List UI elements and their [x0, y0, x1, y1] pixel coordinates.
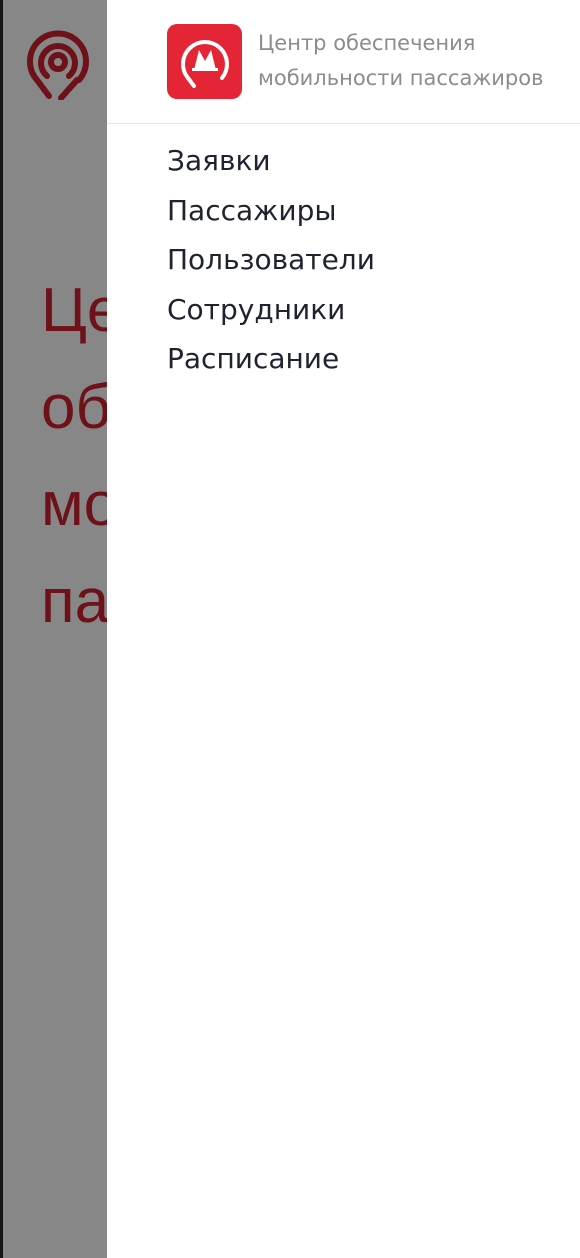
- drawer-header-title: Центр обеспечения мобильности пассажиров: [258, 26, 543, 96]
- menu-item-schedule[interactable]: Расписание: [167, 334, 375, 384]
- menu-item-users[interactable]: Пользователи: [167, 235, 375, 285]
- menu-item-requests[interactable]: Заявки: [167, 136, 375, 186]
- drawer-header-title-line: Центр обеспечения: [258, 31, 476, 55]
- menu-item-passengers[interactable]: Пассажиры: [167, 186, 375, 236]
- drawer-header: Центр обеспечения мобильности пассажиров: [107, 0, 580, 124]
- menu-item-employees[interactable]: Сотрудники: [167, 285, 375, 335]
- navigation-drawer: Центр обеспечения мобильности пассажиров…: [107, 0, 580, 1258]
- drawer-header-title-line: мобильности пассажиров: [258, 66, 544, 90]
- drawer-menu: Заявки Пассажиры Пользователи Сотрудники…: [167, 136, 375, 384]
- app-logo[interactable]: [167, 24, 242, 99]
- metro-pin-logo-icon: [180, 39, 229, 88]
- app-screen: Центр обеспечения мобильности пассажиров…: [0, 0, 580, 1258]
